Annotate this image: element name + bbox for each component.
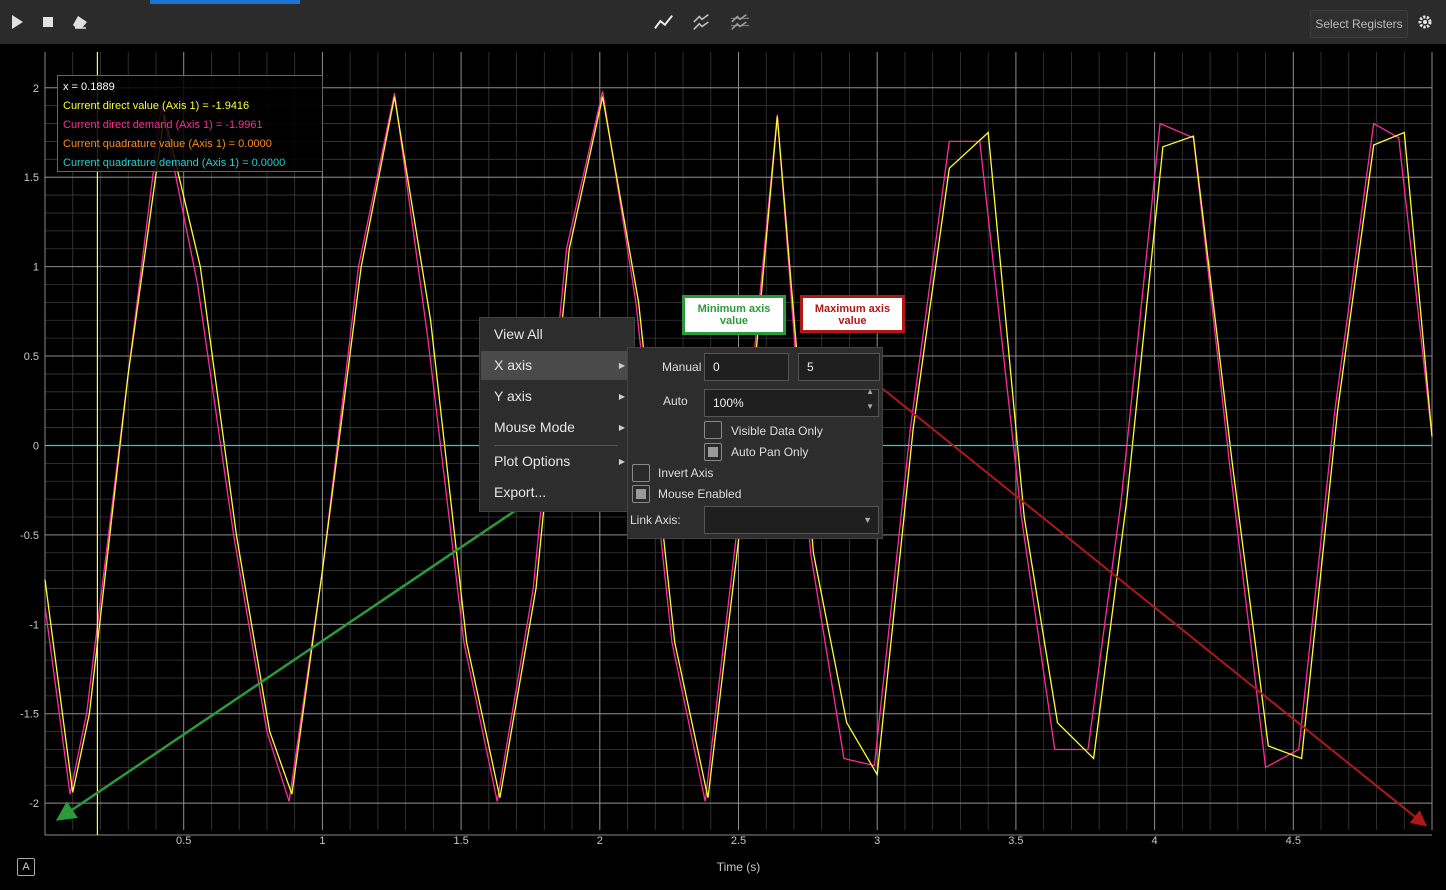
menu-item-y-axis-label: Y axis xyxy=(494,388,532,404)
link-axis-label: Link Axis: xyxy=(630,513,681,527)
y-tick-label: 1 xyxy=(33,262,39,274)
spin-up-icon[interactable]: ▲ xyxy=(866,387,874,396)
submenu-arrow-icon: ▶ xyxy=(618,423,625,432)
menu-item-x-axis[interactable]: X axis ▶ xyxy=(481,351,633,380)
menu-item-plot-options[interactable]: Plot Options ▶ xyxy=(481,447,633,476)
context-menu: View All X axis ▶ Y axis ▶ Mouse Mode ▶ … xyxy=(479,317,635,512)
x-tick-label: 4.5 xyxy=(1286,835,1301,847)
y-tick-label: 1.5 xyxy=(24,172,39,184)
x-tick-label: 1 xyxy=(319,835,325,847)
auto-percent-value: 100% xyxy=(713,396,744,410)
invert-axis-label: Invert Axis xyxy=(658,466,714,480)
legend-entry: Current quadrature demand (Axis 1) = 0.0… xyxy=(63,157,286,169)
submenu-arrow-icon: ▶ xyxy=(618,457,625,466)
chevron-down-icon: ▼ xyxy=(863,515,872,525)
mouse-enabled-label: Mouse Enabled xyxy=(658,487,742,501)
max-annotation-arrow xyxy=(877,384,1428,827)
submenu-arrow-icon: ▶ xyxy=(618,392,625,401)
auto-label: Auto xyxy=(663,394,688,408)
legend-entry: Current quadrature value (Axis 1) = 0.00… xyxy=(63,138,272,150)
visible-data-only-label: Visible Data Only xyxy=(731,424,823,438)
y-tick-label: -1.5 xyxy=(20,709,39,721)
y-tick-label: 2 xyxy=(33,83,39,95)
cursor-x-readout: x = 0.1889 xyxy=(63,81,115,93)
menu-item-x-axis-label: X axis xyxy=(494,357,533,373)
cursor-readout: x = 0.1889 Current direct value (Axis 1)… xyxy=(57,75,323,172)
x-tick-label: 2 xyxy=(597,835,603,847)
x-axis-min-input[interactable]: 0 xyxy=(704,353,789,381)
spin-down-icon[interactable]: ▼ xyxy=(866,402,874,411)
menu-item-export[interactable]: Export... xyxy=(481,478,633,507)
y-tick-label: 0 xyxy=(33,440,39,452)
y-tick-label: -0.5 xyxy=(20,530,39,542)
menu-item-y-axis[interactable]: Y axis ▶ xyxy=(481,382,633,411)
x-tick-label: 0.5 xyxy=(176,835,191,847)
manual-label: Manual xyxy=(662,360,702,374)
auto-percent-spinbox[interactable]: 100% ▲ ▼ xyxy=(704,387,879,417)
menu-separator xyxy=(494,445,618,446)
mouse-enabled-checkbox[interactable] xyxy=(632,485,650,503)
max-axis-callout: Maximum axis value xyxy=(800,295,905,333)
menu-item-mouse-mode-label: Mouse Mode xyxy=(494,419,575,435)
legend-entry: Current direct value (Axis 1) = -1.9416 xyxy=(63,100,250,112)
x-tick-label: 1.5 xyxy=(453,835,468,847)
x-axis-label: Time (s) xyxy=(717,860,761,874)
legend-entry: Current direct demand (Axis 1) = -1.9961 xyxy=(63,119,263,131)
x-tick-label: 3 xyxy=(874,835,880,847)
y-tick-label: 0.5 xyxy=(24,351,39,363)
x-tick-label: 4 xyxy=(1152,835,1158,847)
y-tick-label: -1 xyxy=(29,619,39,631)
menu-item-plot-options-label: Plot Options xyxy=(494,453,571,469)
x-tick-label: 3.5 xyxy=(1008,835,1023,847)
visible-data-only-checkbox[interactable] xyxy=(704,421,722,439)
x-axis-max-input[interactable]: 5 xyxy=(798,353,880,381)
auto-pan-only-label: Auto Pan Only xyxy=(731,445,809,459)
x-tick-label: 2.5 xyxy=(731,835,746,847)
menu-item-view-all[interactable]: View All xyxy=(481,320,633,349)
auto-range-button[interactable]: A xyxy=(17,858,35,876)
menu-item-mouse-mode[interactable]: Mouse Mode ▶ xyxy=(481,413,633,442)
submenu-arrow-icon: ▶ xyxy=(618,361,625,370)
min-axis-callout: Minimum axis value xyxy=(682,295,786,335)
y-tick-label: -2 xyxy=(29,798,39,810)
link-axis-select[interactable]: ▼ xyxy=(704,506,879,534)
auto-pan-only-checkbox[interactable] xyxy=(704,443,722,461)
x-axis-submenu: Manual 0 5 Auto 100% ▲ ▼ Visible Data On… xyxy=(627,347,883,539)
invert-axis-checkbox[interactable] xyxy=(632,464,650,482)
